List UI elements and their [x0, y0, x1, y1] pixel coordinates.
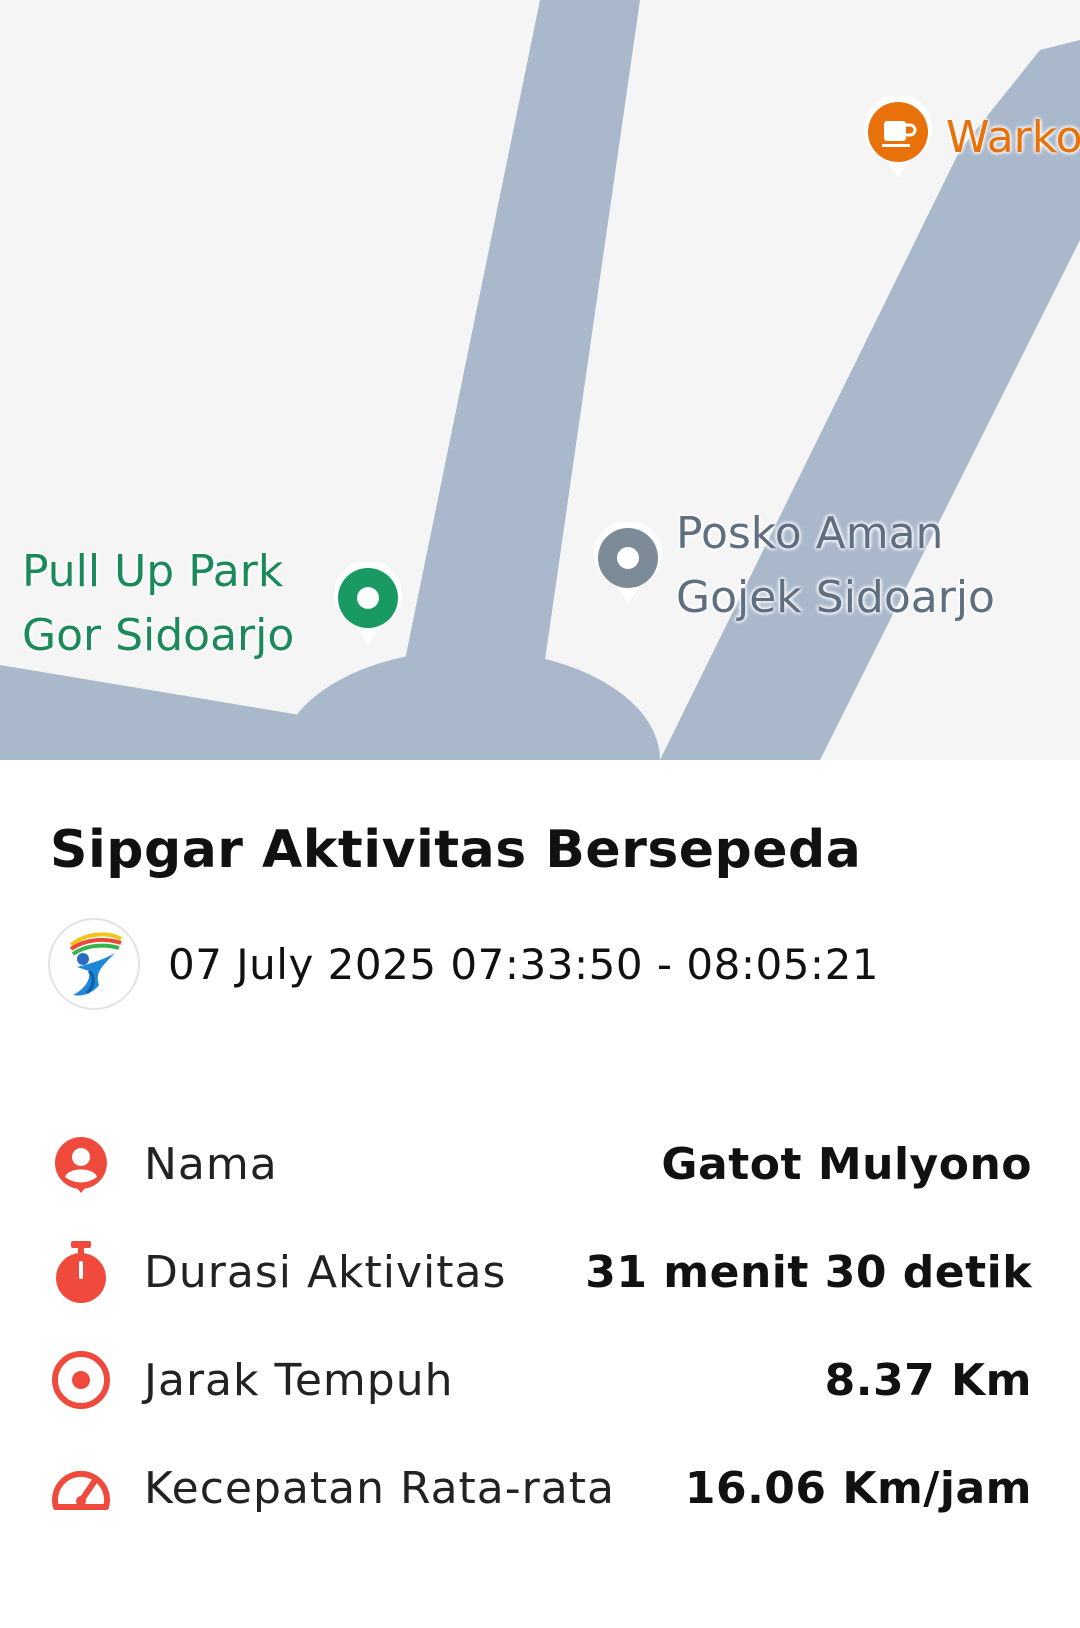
road-junction — [280, 650, 660, 760]
activity-datetime-row: 07 July 2025 07:33:50 - 08:05:21 — [48, 918, 879, 1010]
stat-row-nama: Nama Gatot Mulyono — [48, 1110, 1032, 1218]
stat-label-nama: Nama — [144, 1138, 278, 1190]
place-pin-icon[interactable] — [592, 520, 664, 610]
target-icon — [48, 1347, 114, 1413]
poi-label-pull-up-park[interactable]: Pull Up Park Gor Sidoarjo — [22, 540, 294, 668]
stat-value-nama: Gatot Mulyono — [661, 1138, 1032, 1190]
stat-value-jarak: 8.37 Km — [824, 1354, 1032, 1406]
stat-value-kecepatan: 16.06 Km/jam — [684, 1462, 1032, 1514]
stats-list: Nama Gatot Mulyono Durasi Aktivitas 31 m… — [48, 1110, 1032, 1542]
stat-value-durasi: 31 menit 30 detik — [585, 1246, 1032, 1298]
poi-label-posko-aman[interactable]: Posko Aman Gojek Sidoarjo — [676, 502, 995, 630]
sipgar-logo-icon — [48, 918, 140, 1010]
poi-label-warko[interactable]: Warko — [946, 106, 1080, 170]
road-lower-left — [0, 665, 330, 760]
stat-label-jarak: Jarak Tempuh — [144, 1354, 454, 1406]
cafe-icon[interactable] — [862, 94, 934, 184]
park-pin-icon[interactable] — [332, 560, 404, 650]
stat-label-kecepatan: Kecepatan Rata-rata — [144, 1462, 615, 1514]
stopwatch-icon — [48, 1239, 114, 1305]
map-view[interactable]: Warko Pull Up Park Gor Sidoarjo Posko Am… — [0, 0, 1080, 760]
speedometer-icon — [48, 1455, 114, 1521]
stat-row-kecepatan: Kecepatan Rata-rata 16.06 Km/jam — [48, 1434, 1032, 1542]
activity-card: Sipgar Aktivitas Bersepeda 07 July 2025 … — [0, 760, 1080, 1628]
activity-datetime: 07 July 2025 07:33:50 - 08:05:21 — [168, 939, 880, 989]
activity-title: Sipgar Aktivitas Bersepeda — [50, 820, 862, 880]
person-icon — [48, 1131, 114, 1197]
stat-label-durasi: Durasi Aktivitas — [144, 1246, 507, 1298]
stat-row-jarak: Jarak Tempuh 8.37 Km — [48, 1326, 1032, 1434]
stat-row-durasi: Durasi Aktivitas 31 menit 30 detik — [48, 1218, 1032, 1326]
